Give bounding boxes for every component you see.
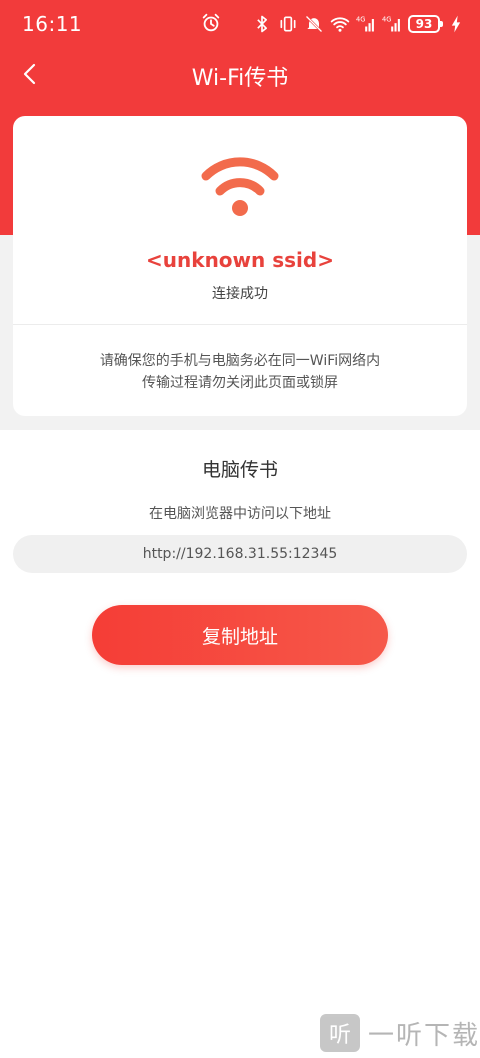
section-title: 电脑传书	[201, 459, 278, 481]
signal-4g-icon: 4G	[356, 16, 374, 32]
connection-status: 连接成功	[212, 286, 268, 302]
wifi-icon	[201, 157, 279, 216]
wifi-status-icon	[330, 17, 350, 32]
charging-icon	[451, 15, 461, 33]
watermark: 听 一听下载	[320, 1014, 480, 1052]
mute-icon	[305, 15, 323, 33]
battery-icon: 93	[408, 15, 443, 33]
tip-same-network: 请确保您的手机与电脑务必在同一WiFi网络内	[99, 353, 381, 369]
vibrate-icon	[280, 16, 296, 32]
bluetooth-icon	[257, 15, 267, 33]
copy-address-button[interactable]: 复制地址	[92, 605, 388, 665]
address-text: http://192.168.31.55:12345	[142, 546, 338, 562]
signal-4g-icon: 4G	[382, 16, 400, 32]
alarm-icon	[202, 13, 220, 32]
watermark-text: 一听下载	[368, 1020, 480, 1051]
wifi-ssid: <unknown ssid>	[146, 248, 334, 272]
status-time: 16:11	[22, 12, 83, 36]
section-subtitle: 在电脑浏览器中访问以下地址	[149, 506, 331, 522]
address-field[interactable]: http://192.168.31.55:12345	[13, 535, 467, 573]
status-bar: 16:11 4G 4G 93	[0, 0, 480, 48]
divider	[13, 324, 467, 325]
connection-card: <unknown ssid> 连接成功 请确保您的手机与电脑务必在同一WiFi网…	[13, 116, 467, 416]
svg-text:4G: 4G	[382, 16, 391, 24]
svg-text:4G: 4G	[356, 16, 365, 24]
page-title: Wi-Fi传书	[191, 66, 289, 91]
watermark-logo: 听	[320, 1014, 360, 1052]
tip-do-not-lock: 传输过程请勿关闭此页面或锁屏	[142, 375, 338, 391]
status-icons: 4G 4G 93	[252, 12, 462, 36]
